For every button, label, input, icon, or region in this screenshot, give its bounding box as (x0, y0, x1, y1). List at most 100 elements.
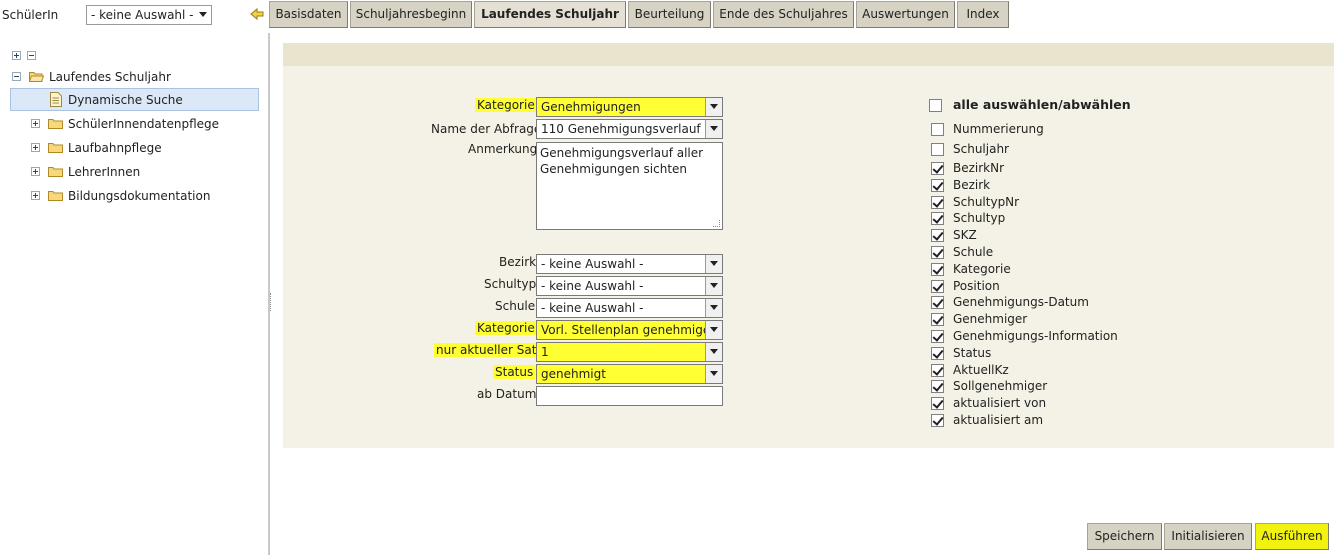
column-checkbox[interactable] (931, 330, 944, 343)
anmerkung-textarea[interactable]: Genehmigungsverlauf aller Genehmigungen … (536, 142, 723, 230)
tree-item-label: Dynamische Suche (68, 93, 183, 107)
column-checkbox-label: Status (953, 345, 992, 360)
tab-basisdaten[interactable]: Basisdaten (269, 1, 348, 28)
back-arrow-icon[interactable] (249, 6, 265, 22)
column-checkbox-label: aktualisiert am (953, 413, 1044, 427)
schultyp-select-value: - keine Auswahl - (541, 279, 644, 293)
document-icon (50, 92, 62, 107)
column-checkbox-label: Genehmigungs-Information (953, 329, 1118, 343)
select-all-checkbox[interactable] (929, 99, 942, 112)
column-checkbox[interactable] (931, 212, 944, 226)
column-checkbox[interactable] (931, 178, 944, 192)
column-checkbox-label: Sollgenehmiger (953, 379, 1048, 394)
expand-toggle-icon[interactable] (31, 143, 40, 152)
kategorie-label: Kategorie (475, 98, 537, 112)
filter-kategorie-select-value: Vorl. Stellenplan genehmigen (541, 323, 718, 337)
run-button[interactable]: Ausführen (1255, 523, 1329, 550)
tree-item-label: LehrerInnen (68, 165, 141, 179)
expand-toggle-icon[interactable] (31, 119, 40, 128)
initialize-button[interactable]: Initialisieren (1164, 523, 1252, 550)
tree-item-label: SchülerInnendatenpflege (68, 117, 220, 131)
tree-item-schuelerinnendatenpflege[interactable]: SchülerInnendatenpflege (48, 114, 258, 134)
bezirk-label: Bezirk (499, 255, 537, 269)
column-checkbox-label: Schuljahr (953, 142, 1009, 156)
open-folder-icon (29, 72, 44, 82)
chevron-down-icon (705, 321, 722, 339)
filter-kategorie-select[interactable]: Vorl. Stellenplan genehmigen (536, 320, 723, 340)
aktueller-satz-select-value: 1 (541, 345, 549, 359)
column-checkbox[interactable] (931, 346, 944, 360)
tree-item-bildungsdokumentation[interactable]: Bildungsdokumentation (48, 186, 258, 206)
navigation-tree (0, 33, 269, 555)
folder-icon (48, 167, 63, 177)
tab-schuljahresbeginn[interactable]: Schuljahresbeginn (350, 1, 472, 28)
column-checkbox-label: aktualisiert von (953, 396, 1047, 411)
abfrage-select[interactable]: 110 Genehmigungsverlauf (536, 119, 723, 139)
tab-ende-des-schuljahres[interactable]: Ende des Schuljahres (713, 1, 854, 28)
expand-toggle-icon[interactable] (31, 167, 40, 176)
schule-label: Schule (495, 299, 536, 313)
chevron-down-icon (705, 299, 722, 317)
column-checkbox-label: Position (953, 278, 1000, 293)
kategorie-select-value: Genehmigungen (541, 100, 641, 114)
column-checkbox[interactable] (931, 195, 944, 209)
save-button[interactable]: Speichern (1087, 523, 1162, 550)
column-checkbox[interactable] (931, 414, 944, 427)
column-checkbox-label: Genehmiger (953, 312, 1028, 327)
select-all-label: alle auswählen/abwählen (953, 97, 1131, 112)
chevron-down-icon (705, 98, 722, 116)
chevron-down-icon (705, 120, 722, 138)
query-panel-header (283, 43, 1334, 66)
tree-item-dynamische-suche[interactable]: Dynamische Suche (50, 90, 250, 110)
student-select[interactable]: - keine Auswahl - (86, 5, 212, 25)
column-checkbox-label: Nummerierung (953, 122, 1044, 136)
column-checkbox[interactable] (931, 313, 944, 327)
tab-laufendes-schuljahr[interactable]: Laufendes Schuljahr (474, 1, 626, 28)
expand-all-icon[interactable] (12, 51, 21, 60)
column-checkbox-label: BezirkNr (953, 161, 1005, 175)
status-select-value: genehmigt (541, 367, 606, 381)
collapse-all-icon[interactable] (27, 51, 36, 60)
column-checkbox[interactable] (931, 363, 944, 377)
tree-node-laufendes-schuljahr[interactable]: Laufendes Schuljahr (29, 67, 229, 87)
status-select[interactable]: genehmigt (536, 364, 723, 384)
tab-auswertungen[interactable]: Auswertungen (856, 1, 955, 28)
schule-select-value: - keine Auswahl - (541, 301, 644, 315)
tab-beurteilung[interactable]: Beurteilung (628, 1, 711, 28)
ab-datum-label: ab Datum (477, 387, 537, 401)
column-checkbox[interactable] (931, 380, 944, 394)
anmerkung-text: Genehmigungsverlauf aller Genehmigungen … (540, 146, 704, 176)
schule-select[interactable]: - keine Auswahl - (536, 298, 723, 318)
chevron-down-icon (199, 12, 207, 17)
splitter-grip-icon[interactable] (270, 293, 272, 311)
bezirk-select[interactable]: - keine Auswahl - (536, 254, 723, 274)
tree-item-lehrerinnen[interactable]: LehrerInnen (48, 162, 258, 182)
tab-index[interactable]: Index (957, 1, 1009, 28)
column-checkbox[interactable] (931, 262, 944, 276)
schultyp-label: Schultyp (484, 277, 537, 291)
ab-datum-input[interactable] (536, 386, 723, 406)
column-checkbox[interactable] (931, 296, 944, 310)
column-checkbox[interactable] (931, 162, 944, 175)
column-checkbox-label: SKZ (953, 228, 977, 243)
column-checkbox[interactable] (931, 279, 944, 293)
aktueller-satz-select[interactable]: 1 (536, 342, 723, 362)
column-checkbox[interactable] (931, 123, 944, 136)
column-checkbox-label: Kategorie (953, 261, 1011, 276)
kategorie-select[interactable]: Genehmigungen (536, 97, 723, 117)
top-bar: SchülerIn - keine Auswahl - Basisdaten S… (0, 0, 1334, 32)
column-checkbox[interactable] (931, 397, 944, 411)
expand-toggle-icon[interactable] (31, 191, 40, 200)
bezirk-select-value: - keine Auswahl - (541, 257, 644, 271)
collapse-toggle-icon[interactable] (12, 72, 21, 81)
abfrage-select-value: 110 Genehmigungsverlauf (541, 122, 701, 136)
resize-grip-icon[interactable] (713, 220, 720, 227)
chevron-down-icon (705, 255, 722, 273)
column-checkbox[interactable] (931, 229, 944, 243)
schultyp-select[interactable]: - keine Auswahl - (536, 276, 723, 296)
column-checkbox[interactable] (931, 246, 944, 259)
tree-item-laufbahnpflege[interactable]: Laufbahnpflege (48, 138, 258, 158)
column-checkbox[interactable] (931, 143, 944, 156)
anmerkung-label: Anmerkung (468, 142, 538, 156)
chevron-down-icon (705, 277, 722, 295)
